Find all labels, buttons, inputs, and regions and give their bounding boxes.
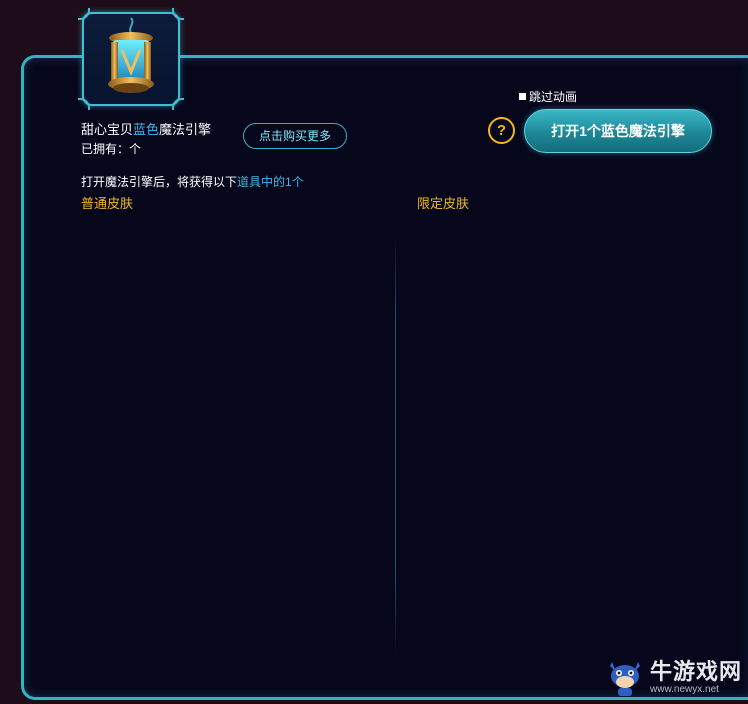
item-name-suffix: 魔法引擎	[159, 122, 212, 137]
watermark-url: www.newyx.net	[650, 684, 719, 695]
reward-description-highlight: 道具中的1个	[237, 175, 304, 189]
watermark: 牛游戏网 www.newyx.net	[606, 656, 742, 700]
reward-description-text: 打开魔法引擎后，将获得以下	[81, 175, 238, 189]
item-name-color: 蓝色	[133, 122, 160, 137]
owned-count: 已拥有：个	[81, 142, 142, 156]
item-name-prefix: 甜心宝贝	[81, 122, 134, 137]
cow-mascot-icon	[610, 662, 640, 696]
buy-more-button[interactable]: 点击购买更多	[243, 123, 347, 149]
item-icon-frame	[78, 8, 184, 110]
normal-skins-title: 普通皮肤	[81, 196, 134, 211]
limited-skins-title: 限定皮肤	[417, 196, 470, 211]
checkbox-icon[interactable]	[519, 93, 526, 100]
column-divider	[395, 235, 396, 655]
reward-description: 打开魔法引擎后，将获得以下道具中的1个	[81, 173, 304, 190]
open-engine-button[interactable]: 打开1个蓝色魔法引擎	[524, 109, 712, 153]
skip-animation-toggle[interactable]: 跳过动画	[519, 88, 577, 105]
magic-engine-icon	[108, 17, 154, 93]
help-button[interactable]: ?	[488, 117, 515, 144]
watermark-name: 牛游戏网	[650, 659, 743, 684]
item-name: 甜心宝贝蓝色魔法引擎	[81, 119, 211, 138]
skip-animation-label: 跳过动画	[529, 90, 578, 104]
